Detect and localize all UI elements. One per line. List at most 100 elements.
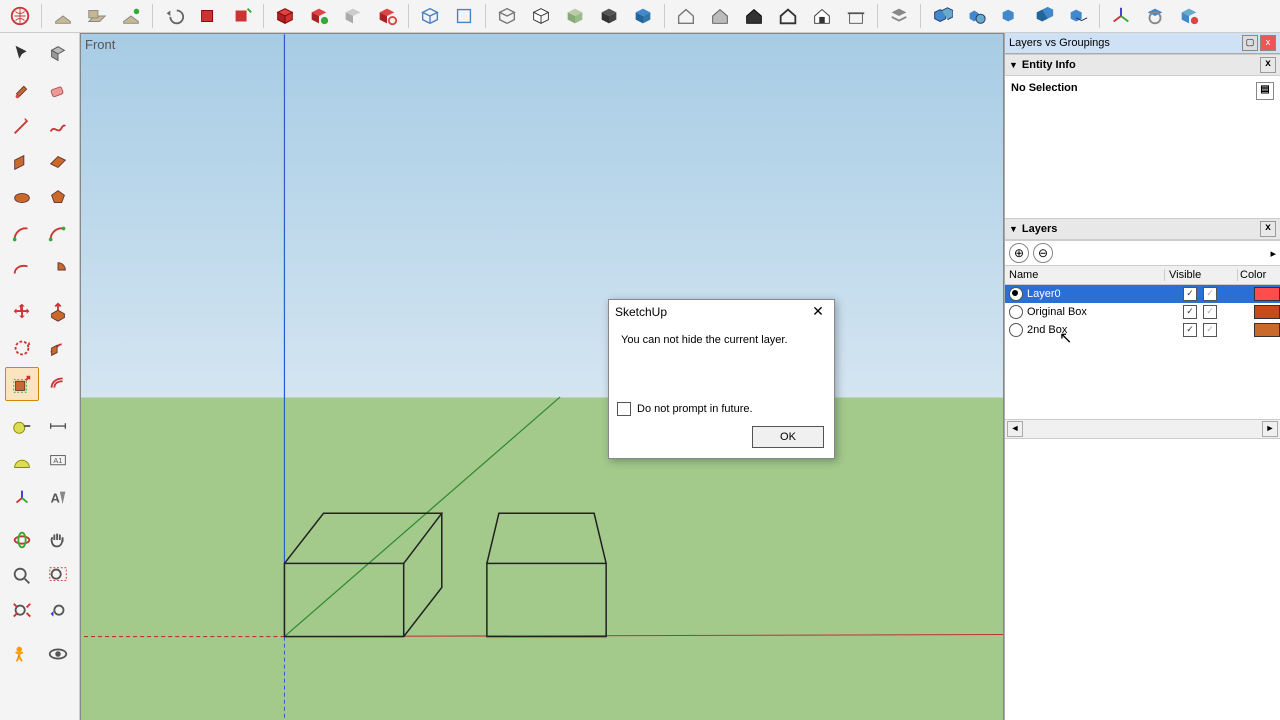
house-2-icon[interactable]: [704, 1, 736, 31]
arc-3pt-tool-icon[interactable]: [5, 253, 39, 287]
3dtext-tool-icon[interactable]: A: [41, 481, 75, 515]
solid-1-icon[interactable]: [926, 1, 958, 31]
dialog-close-icon[interactable]: ✕: [808, 302, 828, 322]
file-new-icon[interactable]: [47, 1, 79, 31]
circle-tool-icon[interactable]: [5, 181, 39, 215]
view-top-icon[interactable]: [448, 1, 480, 31]
paint-tool-icon[interactable]: [5, 73, 39, 107]
layer-name[interactable]: Original Box: [1027, 306, 1180, 318]
layer-visible-checkbox-2[interactable]: ✓: [1203, 287, 1217, 301]
entity-info-menu-icon[interactable]: ▤: [1256, 82, 1274, 100]
pan-tool-icon[interactable]: [41, 523, 75, 557]
viewport[interactable]: Front SketchUp ✕: [80, 33, 1004, 720]
orbit-tool-icon[interactable]: [5, 523, 39, 557]
layer-color-swatch[interactable]: [1254, 287, 1280, 301]
cut-icon[interactable]: [226, 1, 258, 31]
view-iso-icon[interactable]: [414, 1, 446, 31]
zoom-tool-icon[interactable]: [5, 559, 39, 593]
tape-tool-icon[interactable]: [5, 409, 39, 443]
layer-visible-checkbox-2[interactable]: ✓: [1203, 305, 1217, 319]
layer-visible-checkbox-2[interactable]: ✓: [1203, 323, 1217, 337]
position-camera-icon[interactable]: [5, 637, 39, 671]
dimension-tool-icon[interactable]: [41, 409, 75, 443]
house-3-icon[interactable]: [738, 1, 770, 31]
pushpull-tool-icon[interactable]: [41, 295, 75, 329]
scroll-left-icon[interactable]: ◄: [1007, 421, 1023, 437]
house-6-icon[interactable]: [840, 1, 872, 31]
zoom-window-tool-icon[interactable]: [41, 559, 75, 593]
solid-2-icon[interactable]: [960, 1, 992, 31]
component-icon[interactable]: [269, 1, 301, 31]
layer-visible-checkbox[interactable]: ✓: [1183, 323, 1197, 337]
layer-color-swatch[interactable]: [1254, 323, 1280, 337]
panel-title-bar[interactable]: Layers vs Groupings ▢x: [1005, 33, 1280, 54]
dialog-ok-button[interactable]: OK: [752, 426, 824, 448]
layer-menu-icon[interactable]: ▸: [1270, 248, 1276, 260]
style-texture-icon[interactable]: [593, 1, 625, 31]
layer-icon[interactable]: [883, 1, 915, 31]
layer-row[interactable]: Layer0✓✓: [1005, 285, 1280, 303]
scroll-right-icon[interactable]: ►: [1262, 421, 1278, 437]
rectangle-tool-icon[interactable]: [5, 145, 39, 179]
model-info-icon[interactable]: [4, 1, 36, 31]
rotate-tool-icon[interactable]: [5, 331, 39, 365]
entity-info-close-icon[interactable]: x: [1260, 57, 1276, 73]
solid-3-icon[interactable]: [994, 1, 1026, 31]
layers-header[interactable]: ▼Layers x: [1005, 218, 1280, 240]
freehand-tool-icon[interactable]: [41, 109, 75, 143]
style-mono-icon[interactable]: [627, 1, 659, 31]
extension-icon[interactable]: [1173, 1, 1205, 31]
layer-add-icon[interactable]: ⊕: [1009, 243, 1029, 263]
style-wire-icon[interactable]: [491, 1, 523, 31]
rotated-rect-tool-icon[interactable]: [41, 145, 75, 179]
polygon-tool-icon[interactable]: [41, 181, 75, 215]
layer-active-radio[interactable]: [1009, 323, 1023, 337]
undo-icon[interactable]: [158, 1, 190, 31]
axes-icon[interactable]: [1105, 1, 1137, 31]
move-tool-icon[interactable]: [5, 295, 39, 329]
layer-visible-checkbox[interactable]: ✓: [1183, 305, 1197, 319]
select-tool-icon[interactable]: [5, 37, 39, 71]
layer-active-radio[interactable]: [1009, 287, 1023, 301]
layer-remove-icon[interactable]: ⊖: [1033, 243, 1053, 263]
layer-name[interactable]: 2nd Box: [1027, 324, 1180, 336]
section-icon[interactable]: [1139, 1, 1171, 31]
layer-active-radio[interactable]: [1009, 305, 1023, 319]
explode-icon[interactable]: [337, 1, 369, 31]
solid-4-icon[interactable]: [1028, 1, 1060, 31]
col-header-visible[interactable]: Visible: [1165, 269, 1238, 281]
style-hidden-icon[interactable]: [525, 1, 557, 31]
style-shaded-icon[interactable]: [559, 1, 591, 31]
text-tool-icon[interactable]: A1: [41, 445, 75, 479]
layer-visible-checkbox[interactable]: ✓: [1183, 287, 1197, 301]
redo-icon[interactable]: [192, 1, 224, 31]
look-around-icon[interactable]: [41, 637, 75, 671]
protractor-tool-icon[interactable]: [5, 445, 39, 479]
dialog-checkbox[interactable]: [617, 402, 631, 416]
file-save-icon[interactable]: [115, 1, 147, 31]
entity-info-header[interactable]: ▼Entity Info x: [1005, 54, 1280, 76]
house-5-icon[interactable]: [806, 1, 838, 31]
house-4-icon[interactable]: [772, 1, 804, 31]
group-icon[interactable]: [303, 1, 335, 31]
col-header-color[interactable]: Color: [1238, 269, 1280, 281]
outer-shell-icon[interactable]: [371, 1, 403, 31]
panel-close-icon[interactable]: x: [1260, 35, 1276, 51]
layer-row[interactable]: 2nd Box✓✓: [1005, 321, 1280, 339]
previous-tool-icon[interactable]: [41, 595, 75, 629]
house-1-icon[interactable]: [670, 1, 702, 31]
followme-tool-icon[interactable]: [41, 331, 75, 365]
arc-tool-icon[interactable]: [5, 217, 39, 251]
layer-row[interactable]: Original Box✓✓: [1005, 303, 1280, 321]
panel-pin-icon[interactable]: ▢: [1242, 35, 1258, 51]
offset-tool-icon[interactable]: [41, 367, 75, 401]
solid-5-icon[interactable]: [1062, 1, 1094, 31]
arc-2pt-tool-icon[interactable]: [41, 217, 75, 251]
layers-close-icon[interactable]: x: [1260, 221, 1276, 237]
layer-name[interactable]: Layer0: [1027, 288, 1180, 300]
file-open-icon[interactable]: [81, 1, 113, 31]
scale-tool-icon[interactable]: [5, 367, 39, 401]
component-tool-icon[interactable]: [41, 37, 75, 71]
axes-tool-icon[interactable]: [5, 481, 39, 515]
line-tool-icon[interactable]: [5, 109, 39, 143]
